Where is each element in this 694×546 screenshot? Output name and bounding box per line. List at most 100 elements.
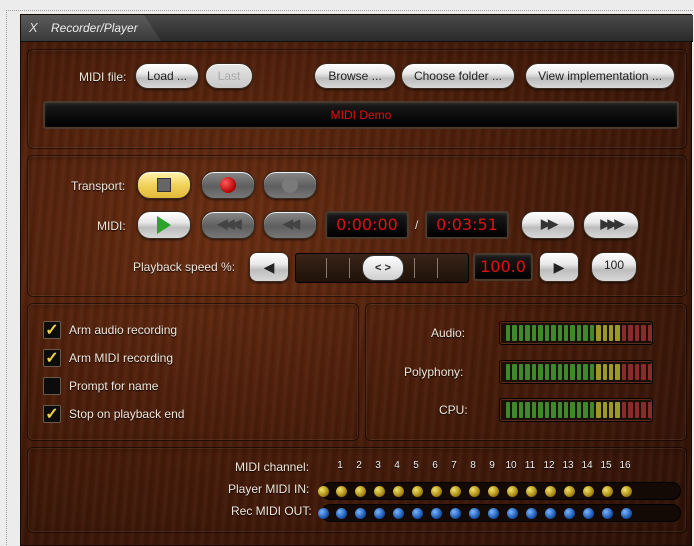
midi-out-led [469,508,480,519]
rewind-icon: ◀◀ [283,216,300,231]
midi-in-led [393,486,404,497]
stop-icon [157,177,171,192]
midi-out-led [393,508,404,519]
record-icon [220,176,236,193]
meter-segment [551,402,556,418]
meter-segment [512,364,517,380]
browse-button[interactable]: Browse ... [314,63,396,89]
meter-segment [609,325,614,341]
record-button[interactable] [201,171,255,199]
meter-segment [570,325,575,341]
meter-segment [589,364,595,380]
midi-in-led [336,486,347,497]
meter-segment [641,364,646,380]
meter-segment [525,325,530,341]
meter-segment [544,402,550,418]
length-display: 0:03:51 [425,211,509,239]
midi-out-led [488,508,499,519]
window-title: Recorder/Player [51,21,138,35]
stop-playback-end-checkbox[interactable]: ✓ [43,405,61,423]
forward-fast-icon: ▶▶▶ [600,216,625,231]
meter-segment [628,364,633,380]
meter-segment [506,325,511,341]
meter-segment [570,402,575,418]
meter-segment [615,402,620,418]
midi-in-led [374,486,385,497]
speed-slider-thumb[interactable]: < > [362,255,404,281]
meter-segment [602,402,607,418]
last-button[interactable]: Last [205,63,253,89]
meter-segment [647,402,653,418]
speed-value-display: 100.0 [473,253,533,281]
channel-number: 9 [489,460,495,471]
meter-segment [557,364,562,380]
midi-out-led [602,508,613,519]
meter-segment [621,364,627,380]
meter-segment [563,402,569,418]
meter-segment [596,325,601,341]
midi-out-led [355,508,366,519]
stop-playback-end-label: Stop on playback end [69,407,185,421]
midi-out-led [621,508,632,519]
load-button[interactable]: Load ... [135,63,199,89]
prompt-name-checkbox[interactable] [43,377,61,395]
close-icon[interactable]: X [29,20,38,35]
forward-button[interactable]: ▶▶ [521,211,575,239]
arm-audio-label: Arm audio recording [69,323,178,337]
rewind-button[interactable]: ◀◀ [263,211,317,239]
channel-number: 5 [413,460,419,471]
polyphony-meter-label: Polyphony: [404,365,464,379]
meter-segment [596,402,601,418]
meter-segment [615,364,620,380]
meter-segment [557,325,562,341]
midi-channel-label: MIDI channel: [235,460,310,474]
speed-reset-button[interactable]: 100 [591,252,637,282]
midi-out-led [526,508,537,519]
meter-segment [551,325,556,341]
rewind-fast-icon: ◀◀◀ [217,216,242,231]
midi-in-led [488,486,499,497]
choose-folder-button[interactable]: Choose folder ... [401,63,515,89]
midi-out-led [450,508,461,519]
channel-number: 7 [451,460,457,471]
channel-number: 8 [470,460,476,471]
view-implementation-button[interactable]: View implementation ... [525,63,675,89]
meter-segment [557,402,562,418]
chevron-right-icon: ▶ [553,259,565,275]
forward-fast-button[interactable]: ▶▶▶ [583,211,639,239]
rewind-fast-button[interactable]: ◀◀◀ [201,211,255,239]
polyphony-meter [499,360,653,384]
arm-midi-checkbox[interactable]: ✓ [43,349,61,367]
speed-decrease-button[interactable]: ◀ [249,252,289,282]
play-button[interactable] [137,211,191,239]
arm-audio-checkbox[interactable]: ✓ [43,321,61,339]
meter-segment [615,325,620,341]
midi-in-led [526,486,537,497]
record-mute-button[interactable] [263,171,317,199]
channel-number: 3 [375,460,381,471]
meter-segment [538,364,543,380]
meter-segment [589,325,595,341]
midi-out-led [507,508,518,519]
midi-out-led [336,508,347,519]
position-display: 0:00:00 [325,211,409,239]
midi-out-led [583,508,594,519]
meter-segment [576,325,582,341]
prompt-name-label: Prompt for name [69,379,159,393]
midi-transport-label: MIDI: [97,219,126,233]
midi-in-all-led [318,486,329,497]
meter-segment [609,364,614,380]
speed-slider-track[interactable]: < > [295,253,469,283]
slider-ticks-right [414,258,438,278]
stop-button[interactable] [137,171,191,199]
meter-segment [583,402,588,418]
speed-increase-button[interactable]: ▶ [539,252,579,282]
meter-segment [525,402,530,418]
meter-segment [570,364,575,380]
meter-segment [602,325,607,341]
meter-segment [628,325,633,341]
meter-segment [563,325,569,341]
meter-segment [525,364,530,380]
record-disabled-icon [282,176,298,193]
midi-in-led [431,486,442,497]
